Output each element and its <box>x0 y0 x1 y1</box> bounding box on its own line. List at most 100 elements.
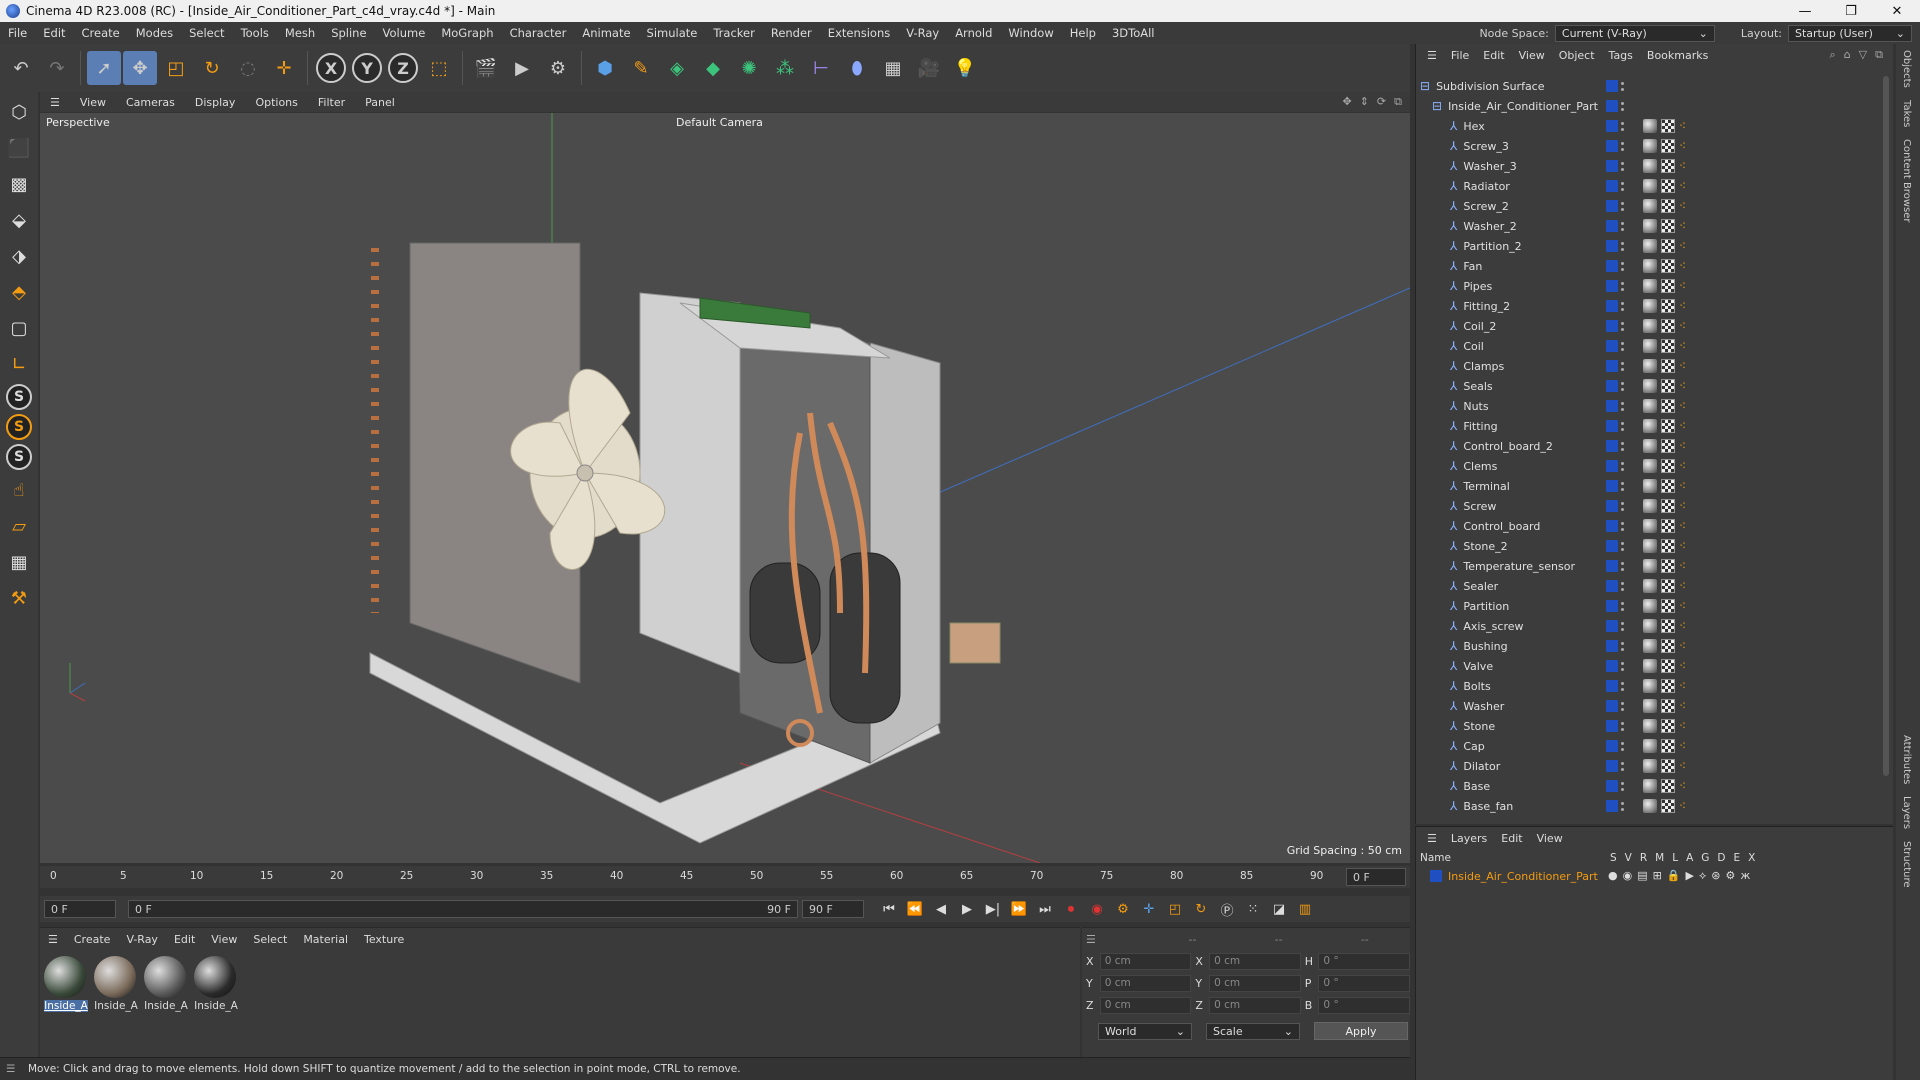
viewport-menu-display[interactable]: Display <box>185 96 246 109</box>
snap-icon[interactable]: S <box>6 384 32 410</box>
layer-color-icon[interactable] <box>1606 640 1618 652</box>
uvw-tag-icon[interactable] <box>1661 799 1675 813</box>
uvw-tag-icon[interactable] <box>1661 359 1675 373</box>
layer-color-icon[interactable] <box>1606 460 1618 472</box>
extrude-generator-icon[interactable]: ◆ <box>696 51 730 85</box>
record-keys-icon[interactable]: ⏺ <box>1060 898 1082 920</box>
object-row[interactable]: ⅄ Radiator ⁖ <box>1416 176 1881 196</box>
menu-edit[interactable]: Edit <box>35 26 73 40</box>
object-row[interactable]: ⅄ Clamps ⁖ <box>1416 356 1881 376</box>
mat-menu-texture[interactable]: Texture <box>356 933 412 946</box>
object-row[interactable]: ⅄ Dilator ⁖ <box>1416 756 1881 776</box>
material-tag-icon[interactable] <box>1643 479 1657 493</box>
floor-icon[interactable]: ▦ <box>876 51 910 85</box>
z-axis-lock-icon[interactable]: Z <box>388 53 418 83</box>
obj-menu-edit[interactable]: Edit <box>1476 49 1511 62</box>
node-space-dropdown[interactable]: Current (V-Ray) ⌄ <box>1554 24 1715 42</box>
vray-tag-icon[interactable]: ⁖ <box>1679 419 1691 433</box>
obj-menu-file[interactable]: File <box>1444 49 1476 62</box>
layer-color-icon[interactable] <box>1606 720 1618 732</box>
menu-arnold[interactable]: Arnold <box>947 26 1000 40</box>
object-row[interactable]: ⅄ Seals ⁖ <box>1416 376 1881 396</box>
visibility-dots-icon[interactable] <box>1620 300 1624 312</box>
viewport-menu-panel[interactable]: Panel <box>355 96 405 109</box>
material-tag-icon[interactable] <box>1643 219 1657 233</box>
uvw-tag-icon[interactable] <box>1661 339 1675 353</box>
pan-view-icon[interactable]: ✥ <box>1342 95 1351 109</box>
uvw-tag-icon[interactable] <box>1661 739 1675 753</box>
material-tag-icon[interactable] <box>1643 539 1657 553</box>
obj-menu-bookmarks[interactable]: Bookmarks <box>1640 49 1715 62</box>
menu-3dtoall[interactable]: 3DToAll <box>1104 26 1163 40</box>
material-tag-icon[interactable] <box>1643 739 1657 753</box>
vray-tag-icon[interactable]: ⁖ <box>1679 179 1691 193</box>
material-tag-icon[interactable] <box>1643 619 1657 633</box>
vray-tag-icon[interactable]: ⁖ <box>1679 379 1691 393</box>
side-tab[interactable]: Layers <box>1896 790 1917 835</box>
uvw-tag-icon[interactable] <box>1661 659 1675 673</box>
layer-color-icon[interactable] <box>1606 480 1618 492</box>
mat-menu-view[interactable]: View <box>203 933 245 946</box>
vray-tag-icon[interactable]: ⁖ <box>1679 119 1691 133</box>
material-tag-icon[interactable] <box>1643 399 1657 413</box>
uvw-tag-icon[interactable] <box>1661 579 1675 593</box>
timeline-ruler[interactable]: 0 5 10 15 20 25 30 35 40 45 50 55 60 65 70 75 80 85 90 0 F <box>40 866 1410 888</box>
vray-tag-icon[interactable]: ⁖ <box>1679 659 1691 673</box>
vray-tag-icon[interactable]: ⁖ <box>1679 759 1691 773</box>
layer-menu-layers[interactable]: Layers <box>1444 832 1494 845</box>
deformer-icon[interactable]: ⊢ <box>804 51 838 85</box>
tweak-mode-icon[interactable]: ☝ <box>4 474 34 506</box>
visibility-dots-icon[interactable] <box>1620 120 1624 132</box>
recent-tool-icon[interactable]: ◌ <box>231 51 265 85</box>
visibility-dots-icon[interactable] <box>1620 720 1624 732</box>
object-row[interactable]: ⅄ Cap ⁖ <box>1416 736 1881 756</box>
menu-tools[interactable]: Tools <box>233 26 277 40</box>
layer-color-icon[interactable] <box>1606 440 1618 452</box>
previous-frame-icon[interactable]: ◀ <box>930 898 952 920</box>
coord-field[interactable]: 0 ° <box>1318 952 1411 970</box>
cloner-icon[interactable]: ✺ <box>732 51 766 85</box>
vray-tag-icon[interactable]: ⁖ <box>1679 439 1691 453</box>
material-tag-icon[interactable] <box>1643 359 1657 373</box>
home-icon[interactable]: ⌂ <box>1844 48 1851 62</box>
object-row[interactable]: ⅄ Washer ⁖ <box>1416 696 1881 716</box>
object-row[interactable]: ⅄ Axis_screw ⁖ <box>1416 616 1881 636</box>
uvw-tag-icon[interactable] <box>1661 419 1675 433</box>
object-row[interactable]: ⅄ Terminal ⁖ <box>1416 476 1881 496</box>
material-swatch[interactable]: Inside_A <box>94 956 138 1012</box>
vray-tag-icon[interactable]: ⁖ <box>1679 299 1691 313</box>
render-icon[interactable]: ▤ <box>1637 869 1647 883</box>
uvw-tag-icon[interactable] <box>1661 279 1675 293</box>
visibility-dots-icon[interactable] <box>1620 360 1624 372</box>
layer-color-icon[interactable] <box>1606 600 1618 612</box>
material-preview[interactable] <box>194 956 236 998</box>
material-tag-icon[interactable] <box>1643 439 1657 453</box>
layer-color-icon[interactable] <box>1606 200 1618 212</box>
x-axis-lock-icon[interactable]: X <box>316 53 346 83</box>
edges-mode-icon[interactable]: ⬗ <box>4 240 34 272</box>
timeline-icon[interactable]: ▥ <box>1294 898 1316 920</box>
uvw-tag-icon[interactable] <box>1661 179 1675 193</box>
object-row[interactable]: ⅄ Washer_2 ⁖ <box>1416 216 1881 236</box>
mat-menu-select[interactable]: Select <box>245 933 295 946</box>
visibility-dots-icon[interactable] <box>1620 240 1624 252</box>
layer-color-icon[interactable] <box>1606 540 1618 552</box>
layer-color-icon[interactable] <box>1606 280 1618 292</box>
lock-icon[interactable]: 🔒 <box>1667 869 1681 883</box>
vray-tag-icon[interactable]: ⁖ <box>1679 259 1691 273</box>
object-row[interactable]: ⅄ Fitting ⁖ <box>1416 416 1881 436</box>
layer-color-icon[interactable] <box>1606 580 1618 592</box>
visibility-dots-icon[interactable] <box>1620 500 1624 512</box>
pen-spline-icon[interactable]: ✎ <box>624 51 658 85</box>
max-frame-field[interactable]: 90 F <box>802 900 864 918</box>
material-tag-icon[interactable] <box>1643 139 1657 153</box>
world-dropdown[interactable]: World ⌄ <box>1098 1022 1192 1040</box>
uvw-tag-icon[interactable] <box>1661 439 1675 453</box>
side-tab[interactable]: Structure <box>1896 835 1917 894</box>
visibility-dots-icon[interactable] <box>1620 640 1624 652</box>
layer-color-icon[interactable] <box>1606 760 1618 772</box>
visibility-dots-icon[interactable] <box>1620 740 1624 752</box>
coord-field[interactable]: 0 cm <box>1209 974 1301 992</box>
menu-window[interactable]: Window <box>1000 26 1061 40</box>
layout-dropdown[interactable]: Startup (User) ⌄ <box>1788 24 1912 42</box>
